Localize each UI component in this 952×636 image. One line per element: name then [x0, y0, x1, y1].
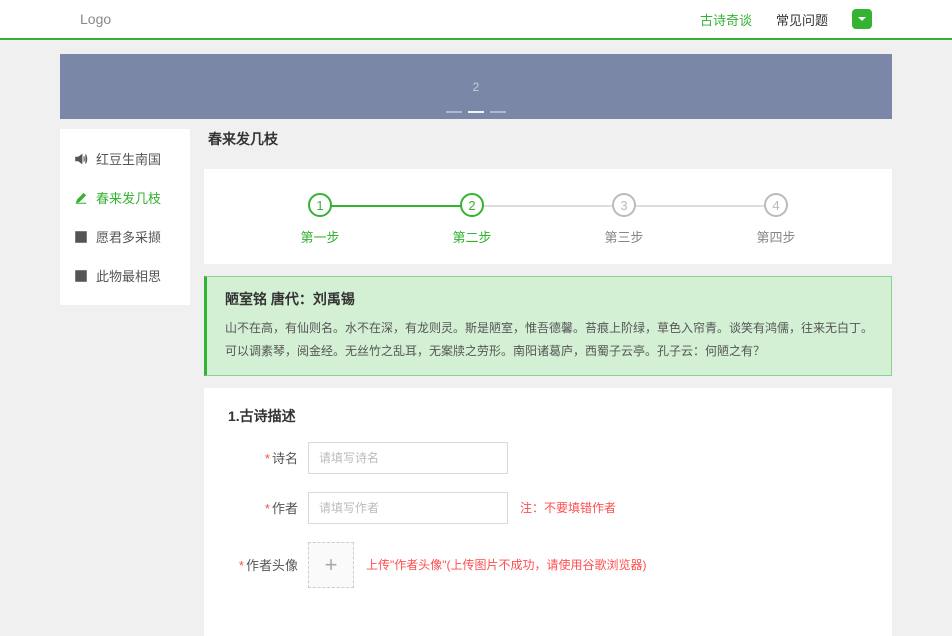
save-icon — [74, 230, 88, 244]
poem-name-input[interactable] — [308, 442, 508, 474]
nav-dropdown-toggle[interactable] — [852, 9, 872, 29]
step-3[interactable]: 3 第三步 — [548, 193, 700, 246]
poem-alert: 陋室铭 唐代：刘禹锡 山不在高，有仙则名。水不在深，有龙则灵。斯是陋室，惟吾德馨… — [204, 276, 892, 376]
sidebar-item-1[interactable]: 红豆生南国 — [60, 139, 190, 178]
poem-name-label: *诗名 — [228, 448, 308, 467]
edit-icon — [74, 191, 88, 205]
step-number: 3 — [612, 193, 636, 217]
page-title: 春来发几枝 — [204, 129, 892, 157]
carousel-banner[interactable]: 2 — [60, 54, 892, 119]
nav-faq[interactable]: 常见问题 — [776, 10, 828, 29]
sidebar-item-4[interactable]: 此物最相思 — [60, 256, 190, 295]
form-section-title: 1.古诗描述 — [228, 406, 868, 426]
banner-number: 2 — [473, 80, 480, 94]
step-4[interactable]: 4 第四步 — [700, 193, 852, 246]
avatar-upload-button[interactable]: + — [308, 542, 354, 588]
step-label: 第二步 — [396, 227, 548, 246]
poem-body: 山不在高，有仙则名。水不在深，有龙则灵。斯是陋室，惟吾德馨。苔痕上阶绿，草色入帘… — [225, 317, 873, 363]
step-2[interactable]: 2 第二步 — [396, 193, 548, 246]
avatar-label: *作者头像 — [228, 555, 308, 574]
sidebar: 红豆生南国 春来发几枝 愿君多采撷 此物最相思 — [60, 129, 190, 305]
step-label: 第一步 — [244, 227, 396, 246]
sidebar-item-3[interactable]: 愿君多采撷 — [60, 217, 190, 256]
chevron-down-icon — [857, 14, 867, 24]
author-note: 注：不要填错作者 — [520, 499, 616, 516]
sidebar-item-label: 此物最相思 — [96, 266, 161, 285]
step-number: 2 — [460, 193, 484, 217]
step-1[interactable]: 1 第一步 — [244, 193, 396, 246]
steps-bar: 1 第一步 2 第二步 3 第三步 4 第四步 — [244, 193, 852, 246]
step-label: 第四步 — [700, 227, 852, 246]
step-number: 4 — [764, 193, 788, 217]
sidebar-item-2[interactable]: 春来发几枝 — [60, 178, 190, 217]
carousel-indicators[interactable] — [446, 111, 506, 113]
author-input[interactable] — [308, 492, 508, 524]
step-label: 第三步 — [548, 227, 700, 246]
nav-poetry-talk[interactable]: 古诗奇谈 — [700, 10, 752, 29]
sidebar-item-label: 愿君多采撷 — [96, 227, 161, 246]
poem-title: 陋室铭 唐代：刘禹锡 — [225, 289, 873, 309]
sidebar-item-label: 红豆生南国 — [96, 149, 161, 168]
plus-icon: + — [325, 552, 338, 578]
logo: Logo — [80, 11, 111, 27]
sidebar-item-label: 春来发几枝 — [96, 188, 161, 207]
author-label: *作者 — [228, 498, 308, 517]
avatar-upload-note: 上传"作者头像"(上传图片不成功，请使用谷歌浏览器) — [366, 556, 647, 573]
grid-icon — [74, 269, 88, 283]
volume-icon — [74, 152, 88, 166]
step-number: 1 — [308, 193, 332, 217]
